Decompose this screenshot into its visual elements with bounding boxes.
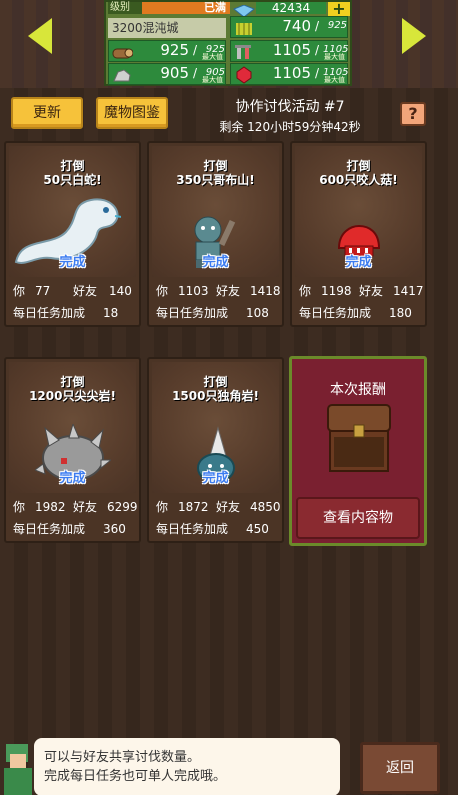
gem-count: 42434 xyxy=(256,2,326,14)
daily-bonus-value: 360 xyxy=(103,522,126,536)
quest-card-white-serpent[interactable]: 打倒 50只白蛇! 完成 你 77 好友 140 每日任务加成 18 xyxy=(4,141,141,327)
quest-stats: 你 1872 好友 4850 每日任务加成 450 xyxy=(152,495,281,541)
done-label: 完成 xyxy=(59,255,86,270)
daily-bonus-label: 每日任务加成 xyxy=(299,306,372,320)
event-title: 协作讨伐活动 #7 xyxy=(235,99,345,115)
wood-icon xyxy=(111,43,134,61)
quest-title-line2: 600只咬人菇! xyxy=(319,173,398,187)
you-label: 你 xyxy=(156,284,169,298)
city-name: 3200混沌城 xyxy=(108,18,226,38)
quest-title-line1: 打倒 xyxy=(346,159,371,173)
treasure-chest-icon xyxy=(327,404,391,472)
daily-bonus-value: 180 xyxy=(389,306,412,320)
resource-tools: 1105 / 1105 最大值 xyxy=(230,40,348,62)
done-label: 完成 xyxy=(59,471,86,486)
friends-label: 好友 xyxy=(216,284,241,298)
add-gems-button[interactable]: + xyxy=(328,1,350,17)
help-button[interactable]: ? xyxy=(400,102,426,126)
friends-label: 好友 xyxy=(359,284,384,298)
you-count: 1103 xyxy=(178,284,209,298)
separator: / xyxy=(193,43,198,57)
quest-stats: 你 1103 好友 1418 每日任务加成 108 xyxy=(152,279,281,325)
daily-bonus-value: 108 xyxy=(246,306,269,320)
quest-title-line1: 打倒 xyxy=(60,375,85,389)
separator: / xyxy=(315,66,320,80)
remaining-time: 剩余 120小时59分钟42秒 xyxy=(219,120,361,134)
you-count: 1982 xyxy=(35,500,66,514)
quest-title-line2: 1500只独角岩! xyxy=(172,389,259,403)
level-value: 已满 xyxy=(142,2,230,14)
friends-count: 4850 xyxy=(250,500,281,514)
resource-ruby: 1105 / 1105 最大值 xyxy=(230,63,348,85)
friends-count: 6299 xyxy=(107,500,138,514)
done-label: 完成 xyxy=(202,255,229,270)
quest-title-line1: 打倒 xyxy=(203,159,228,173)
reward-title: 本次报酬 xyxy=(330,382,386,398)
you-label: 你 xyxy=(156,500,169,514)
quest-stats: 你 1982 好友 6299 每日任务加成 360 xyxy=(9,495,138,541)
tip-line1: 可以与好友共享讨伐数量。 xyxy=(44,750,201,765)
daily-bonus-label: 每日任务加成 xyxy=(13,522,86,536)
quest-card-horn-rock[interactable]: 打倒 1500只独角岩! 完成 你 1872 好友 4850 每日任务加成 45… xyxy=(147,357,284,543)
daily-bonus-value: 18 xyxy=(103,306,119,320)
you-count: 77 xyxy=(35,284,51,298)
resource-wood: 925 / 925 最大值 xyxy=(108,40,226,62)
friends-count: 1417 xyxy=(393,284,424,298)
quest-card-spiky-rock[interactable]: 打倒 1200只尖尖岩! 完成 你 1982 好友 6299 每日任务加成 36… xyxy=(4,357,141,543)
status-panel: 级别 已满 42434 + 3200混沌城 740 / 925 925 / 92… xyxy=(104,0,352,86)
done-label: 完成 xyxy=(345,255,372,270)
quest-stats: 你 77 好友 140 每日任务加成 18 xyxy=(9,279,136,325)
ruby-icon xyxy=(233,66,255,84)
you-label: 你 xyxy=(299,284,312,298)
tip-line2: 完成每日任务也可单人完成哦。 xyxy=(44,769,227,784)
grass-icon xyxy=(233,19,255,37)
resource-grass: 740 / 925 xyxy=(230,16,348,38)
friends-label: 好友 xyxy=(216,500,241,514)
bestiary-button[interactable]: 魔物图鉴 xyxy=(96,97,168,129)
you-count: 1872 xyxy=(178,500,209,514)
quest-title-line1: 打倒 xyxy=(203,375,228,389)
level-label: 级别 xyxy=(108,2,142,14)
you-label: 你 xyxy=(13,500,26,514)
quest-title-line2: 1200只尖尖岩! xyxy=(29,389,116,403)
quest-title-line2: 350只哥布山! xyxy=(176,173,255,187)
friends-label: 好友 xyxy=(73,284,98,298)
friends-count: 1418 xyxy=(250,284,281,298)
daily-bonus-label: 每日任务加成 xyxy=(156,522,229,536)
separator: / xyxy=(193,66,198,80)
quest-card-goblin[interactable]: 打倒 350只哥布山! 完成 你 1103 好友 1418 每日任务加成 108 xyxy=(147,141,284,327)
done-label: 完成 xyxy=(202,471,229,486)
separator: / xyxy=(315,43,320,57)
you-label: 你 xyxy=(13,284,26,298)
prev-arrow-icon[interactable] xyxy=(28,18,52,54)
view-contents-button[interactable]: 查看内容物 xyxy=(296,497,420,539)
tip-bubble: 可以与好友共享讨伐数量。 完成每日任务也可单人完成哦。 xyxy=(34,738,340,795)
update-button[interactable]: 更新 xyxy=(11,97,83,129)
friends-count: 140 xyxy=(109,284,132,298)
daily-bonus-label: 每日任务加成 xyxy=(156,306,229,320)
next-arrow-icon[interactable] xyxy=(402,18,426,54)
quest-title-line2: 50只白蛇! xyxy=(43,173,102,187)
back-button[interactable]: 返回 xyxy=(360,742,440,794)
daily-bonus-value: 450 xyxy=(246,522,269,536)
daily-bonus-label: 每日任务加成 xyxy=(13,306,86,320)
tools-icon xyxy=(233,43,255,61)
resource-stone: 905 / 905 最大值 xyxy=(108,63,226,85)
separator: / xyxy=(315,19,320,33)
quest-title-line1: 打倒 xyxy=(60,159,85,173)
gem-icon xyxy=(232,2,256,18)
you-count: 1198 xyxy=(321,284,352,298)
guide-character-icon xyxy=(4,744,32,795)
reward-panel: 本次报酬 查看内容物 xyxy=(289,356,427,546)
quest-stats: 你 1198 好友 1417 每日任务加成 180 xyxy=(295,279,424,325)
friends-label: 好友 xyxy=(73,500,98,514)
quest-card-red-mushroom[interactable]: 打倒 600只咬人菇! 完成 你 1198 好友 1417 每日任务加成 180 xyxy=(290,141,427,327)
stone-icon xyxy=(111,66,133,84)
